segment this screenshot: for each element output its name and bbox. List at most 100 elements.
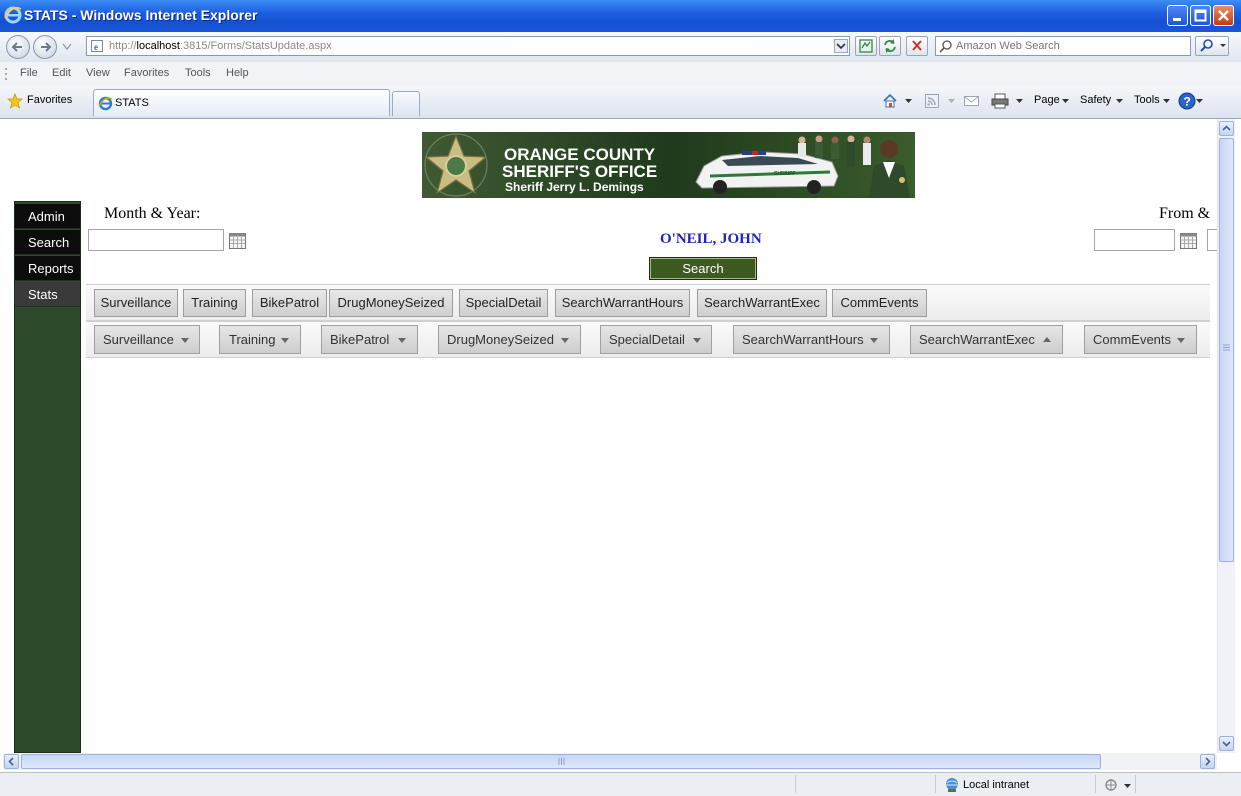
menu-help[interactable]: Help <box>226 67 249 79</box>
close-window-button[interactable] <box>1213 5 1234 26</box>
dropdown-bikepatrol[interactable]: BikePatrol <box>321 325 418 354</box>
minimize-button[interactable] <box>1167 5 1188 26</box>
print-dropdown-icon[interactable] <box>1016 99 1023 104</box>
safety-dropdown-icon[interactable] <box>1116 99 1123 104</box>
feeds-icon[interactable] <box>925 94 939 108</box>
dropdown-drugmoneyseized[interactable]: DrugMoneySeized <box>438 325 581 354</box>
tab-drugmoneyseized[interactable]: DrugMoneySeized <box>329 289 453 317</box>
sidebar-item-search[interactable]: Search <box>15 230 80 255</box>
tab-bikepatrol[interactable]: BikePatrol <box>252 289 327 317</box>
page-menu-label[interactable]: Page <box>1034 94 1060 106</box>
scroll-left-button[interactable] <box>4 754 19 769</box>
minimize-icon <box>1173 18 1181 21</box>
tab-searchwarrantexec[interactable]: SearchWarrantExec <box>697 289 827 317</box>
chevron-down-icon <box>398 338 406 343</box>
from-date-input[interactable] <box>1094 229 1175 251</box>
chevron-down-icon <box>870 338 878 343</box>
web-search-field[interactable] <box>935 36 1191 56</box>
refresh-button[interactable] <box>879 36 901 56</box>
dropdown-label: SearchWarrantHours <box>742 332 864 347</box>
home-dropdown-icon[interactable] <box>905 99 912 104</box>
scroll-right-arrow-icon <box>1205 757 1211 766</box>
scroll-grip-icon <box>558 758 565 765</box>
tab-specialdetail[interactable]: SpecialDetail <box>459 289 548 317</box>
help-dropdown-icon[interactable] <box>1196 99 1203 104</box>
horizontal-scroll-thumb[interactable] <box>21 754 1101 769</box>
forward-button[interactable] <box>33 35 57 59</box>
web-search-input[interactable] <box>956 39 1182 53</box>
search-go-button[interactable] <box>1195 36 1229 56</box>
print-icon[interactable] <box>991 93 1009 109</box>
to-date-input[interactable] <box>1207 229 1217 251</box>
feeds-dropdown-icon[interactable] <box>948 99 955 104</box>
menu-view[interactable]: View <box>86 67 110 79</box>
safety-menu-label[interactable]: Safety <box>1080 94 1111 106</box>
menu-bar: File Edit View Favorites Tools Help <box>0 62 1241 87</box>
dropdown-label: SpecialDetail <box>609 332 685 347</box>
search-button[interactable]: Search <box>649 257 757 280</box>
menu-file[interactable]: File <box>20 67 38 79</box>
stats-dropdown-bar: Surveillance Training BikePatrol DrugMon… <box>86 321 1210 358</box>
browser-tab-stats[interactable]: STATS <box>93 89 390 116</box>
dropdown-specialdetail[interactable]: SpecialDetail <box>600 325 712 354</box>
favorites-button[interactable]: Favorites <box>6 92 88 112</box>
refresh-icon <box>884 39 896 53</box>
read-mail-icon[interactable] <box>964 94 979 107</box>
vertical-scroll-thumb[interactable] <box>1219 138 1234 562</box>
dropdown-searchwarranthours[interactable]: SearchWarrantHours <box>733 325 890 354</box>
tab-surveillance[interactable]: Surveillance <box>94 289 178 317</box>
scroll-down-arrow-icon <box>1222 741 1231 747</box>
horizontal-scrollbar[interactable] <box>3 753 1217 770</box>
banner-line2: SHERIFF'S OFFICE <box>502 162 657 181</box>
sidebar-nav: Admin Search Reports Stats <box>14 201 81 753</box>
tools-menu-label[interactable]: Tools <box>1134 94 1160 106</box>
new-tab-button[interactable] <box>392 91 420 116</box>
scroll-down-button[interactable] <box>1219 736 1234 751</box>
dropdown-label: CommEvents <box>1093 332 1172 347</box>
sidebar-item-stats[interactable]: Stats <box>15 282 80 307</box>
stop-icon <box>912 40 922 51</box>
home-icon[interactable] <box>882 93 898 109</box>
scroll-up-button[interactable] <box>1219 121 1234 136</box>
history-dropdown-icon[interactable] <box>62 43 72 51</box>
maximize-button[interactable] <box>1190 5 1211 26</box>
from-calendar-icon[interactable] <box>1180 233 1197 249</box>
stop-button[interactable] <box>906 36 928 56</box>
dropdown-training[interactable]: Training <box>219 325 301 354</box>
tab-commevents[interactable]: CommEvents <box>832 289 927 317</box>
maximize-icon <box>1194 9 1207 22</box>
address-field[interactable]: e http://localhost:3815/Forms/StatsUpdat… <box>86 36 850 56</box>
window-title: STATS - Windows Internet Explorer <box>24 7 258 23</box>
sidebar-item-reports[interactable]: Reports <box>15 256 80 281</box>
address-dropdown-icon[interactable] <box>834 39 848 53</box>
vertical-scrollbar[interactable] <box>1217 119 1235 753</box>
scroll-left-arrow-icon <box>8 757 14 766</box>
forward-arrow-icon <box>41 42 52 52</box>
back-button[interactable] <box>6 35 30 59</box>
compatibility-view-button[interactable] <box>855 36 877 56</box>
calendar-icon[interactable] <box>229 233 246 249</box>
dropdown-commevents[interactable]: CommEvents <box>1084 325 1197 354</box>
window-titlebar[interactable]: STATS - Windows Internet Explorer <box>0 0 1241 32</box>
compatibility-icon <box>859 39 873 53</box>
help-icon[interactable]: ? <box>1178 92 1196 110</box>
dropdown-surveillance[interactable]: Surveillance <box>94 325 200 354</box>
zoom-dropdown-icon[interactable] <box>1124 784 1131 789</box>
tab-training[interactable]: Training <box>183 289 246 317</box>
protected-mode-icon[interactable] <box>1103 778 1119 792</box>
dropdown-searchwarrantexec[interactable]: SearchWarrantExec <box>910 325 1063 354</box>
svg-text:?: ? <box>1184 95 1191 109</box>
favorites-star-icon <box>7 93 23 109</box>
menu-tools[interactable]: Tools <box>185 67 211 79</box>
month-year-input[interactable] <box>88 229 224 251</box>
menu-edit[interactable]: Edit <box>52 67 71 79</box>
dropdown-label: SearchWarrantExec <box>919 332 1035 347</box>
sidebar-item-admin[interactable]: Admin <box>15 204 80 229</box>
menu-favorites[interactable]: Favorites <box>124 67 169 79</box>
scroll-right-button[interactable] <box>1200 754 1215 769</box>
page-dropdown-icon[interactable] <box>1062 99 1069 104</box>
chevron-up-icon <box>1043 337 1051 342</box>
tools-dropdown-icon[interactable] <box>1163 99 1170 104</box>
tab-title: STATS <box>115 97 149 109</box>
tab-searchwarranthours[interactable]: SearchWarrantHours <box>555 289 690 317</box>
